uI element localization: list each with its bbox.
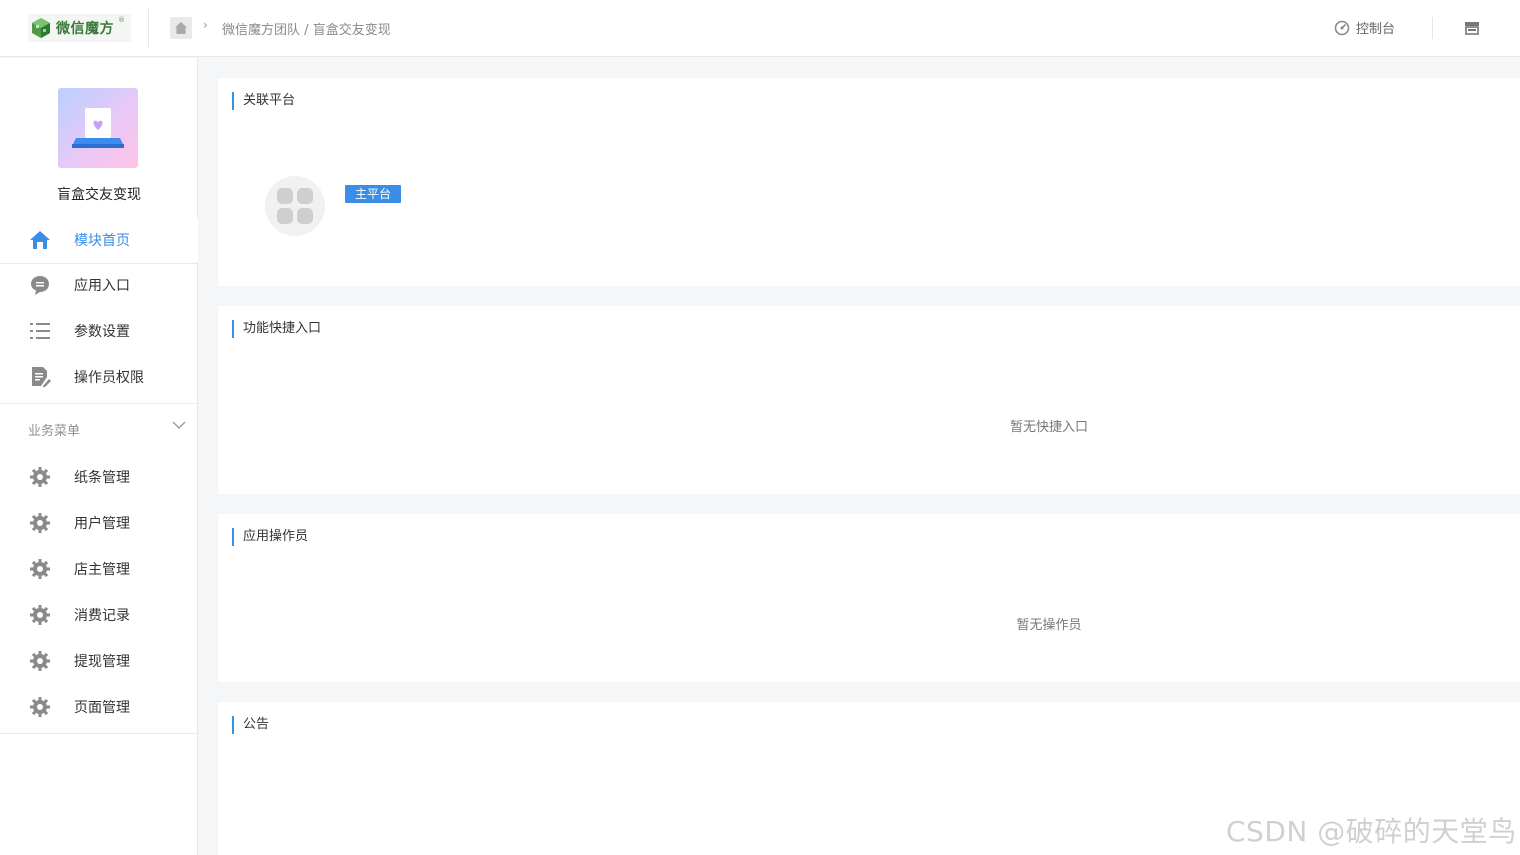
cube-logo-icon (32, 18, 50, 38)
linked-platform-panel: 关联平台 主平台 (218, 78, 1520, 286)
sidebar-item-shop-owner-management[interactable]: 店主管理 (0, 547, 198, 591)
app-logo[interactable]: 微信魔方 ® (28, 14, 131, 42)
breadcrumb-team[interactable]: 微信魔方团队 (222, 23, 300, 38)
document-edit-icon (29, 366, 51, 388)
logo-text: 微信魔方 (56, 21, 114, 37)
platform-avatar[interactable] (265, 176, 325, 236)
sidebar: 盲盒交友变现 模块首页 应用入口 参数设置 操作员权限 业务菜单 纸条管理 用户… (0, 58, 198, 855)
chevron-down-icon[interactable] (172, 419, 186, 434)
sidebar-item-app-entry[interactable]: 应用入口 (0, 263, 198, 307)
sidebar-item-user-management[interactable]: 用户管理 (0, 501, 198, 545)
panel-title: 应用操作员 (232, 528, 308, 546)
logo-registered-mark: ® (118, 16, 125, 24)
sidebar-item-label: 提现管理 (74, 654, 130, 670)
sidebar-item-label: 应用入口 (74, 278, 130, 294)
gear-icon (29, 558, 51, 580)
operators-panel: 应用操作员 暂无操作员 (218, 514, 1520, 682)
sidebar-item-label: 参数设置 (74, 324, 130, 340)
app-avatar (58, 88, 138, 168)
home-icon (175, 22, 187, 34)
sidebar-item-withdrawal-management[interactable]: 提现管理 (0, 639, 198, 683)
breadcrumb-separator: / (304, 23, 309, 38)
sidebar-divider (0, 733, 198, 734)
sidebar-item-note-management[interactable]: 纸条管理 (0, 455, 198, 499)
sidebar-item-parameter-settings[interactable]: 参数设置 (0, 309, 198, 353)
breadcrumb: 微信魔方团队 / 盲盒交友变现 (222, 19, 391, 38)
home-icon (29, 229, 51, 251)
sidebar-item-page-management[interactable]: 页面管理 (0, 685, 198, 729)
gear-icon (29, 466, 51, 488)
sidebar-item-consumption-records[interactable]: 消费记录 (0, 593, 198, 637)
sidebar-item-operator-permissions[interactable]: 操作员权限 (0, 355, 198, 399)
gear-icon (29, 512, 51, 534)
app-name: 盲盒交友变现 (57, 187, 141, 203)
console-label: 控制台 (1356, 22, 1396, 37)
header-divider-right (1432, 17, 1433, 39)
store-button[interactable] (1463, 19, 1481, 41)
sidebar-item-label: 页面管理 (74, 700, 130, 716)
sidebar-item-label: 纸条管理 (74, 470, 130, 486)
breadcrumb-app: 盲盒交友变现 (312, 23, 391, 38)
chevron-right-icon: › (203, 18, 208, 32)
dashboard-gauge-icon (1334, 20, 1350, 35)
empty-operators-text: 暂无操作员 (1016, 618, 1082, 633)
watermark: CSDN @破碎的天堂鸟 (1226, 815, 1517, 848)
top-header: 微信魔方 ® › 微信魔方团队 / 盲盒交友变现 控制台 (0, 0, 1520, 57)
app-grid-icon (277, 188, 313, 224)
business-menu-title: 业务菜单 (28, 424, 81, 439)
console-link[interactable]: 控制台 (1334, 18, 1395, 37)
home-button[interactable] (170, 17, 192, 39)
gear-icon (29, 650, 51, 672)
gear-icon (29, 696, 51, 718)
shortcuts-panel: 功能快捷入口 暂无快捷入口 (218, 306, 1520, 494)
panel-title: 公告 (232, 716, 269, 734)
sidebar-item-label: 消费记录 (74, 608, 130, 624)
empty-shortcuts-text: 暂无快捷入口 (1009, 420, 1088, 435)
sidebar-item-label: 操作员权限 (74, 370, 144, 386)
store-icon (1465, 22, 1479, 35)
sidebar-item-label: 用户管理 (74, 516, 130, 532)
sidebar-divider (0, 403, 198, 404)
blind-box-illustration-icon (72, 108, 124, 148)
sidebar-item-label: 店主管理 (74, 562, 130, 578)
gear-icon (29, 604, 51, 626)
chat-bubble-icon (29, 274, 51, 296)
main-platform-badge: 主平台 (345, 185, 402, 203)
sidebar-item-label: 模块首页 (74, 233, 130, 249)
header-divider (148, 9, 149, 47)
panel-title: 功能快捷入口 (232, 320, 321, 338)
panel-title: 关联平台 (232, 92, 295, 110)
sidebar-item-module-home[interactable]: 模块首页 (0, 218, 198, 262)
list-settings-icon (29, 320, 51, 342)
